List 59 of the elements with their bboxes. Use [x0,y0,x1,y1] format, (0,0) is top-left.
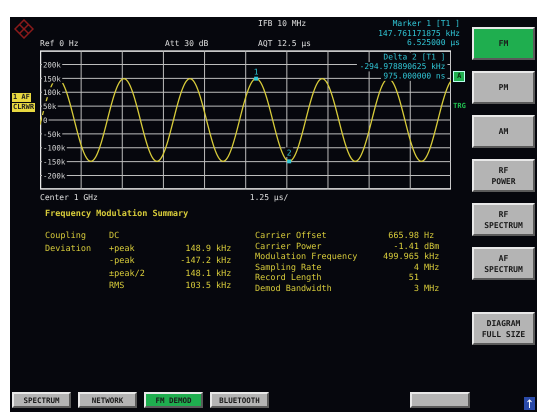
row-value: 148.1 [184,268,211,281]
row-unit: kHz [215,256,232,268]
delta-readout: 975.000000 ns [383,71,446,80]
row-unit: kHz [215,281,232,294]
row-label: Carrier Power [255,242,323,252]
row-unit: MHz [423,262,440,273]
softkey[interactable]: PM [472,71,535,104]
row-value: 51 [408,273,419,284]
row-value: 4 [412,262,419,273]
row-value: 103.5 [184,281,211,294]
row-item: DC [109,231,120,243]
row-value: 499.965 [382,252,419,262]
status-icon [524,397,535,410]
row-label: Deviation [45,244,92,256]
softkey[interactable]: AM [472,115,535,148]
row-value: -1.41 [392,242,419,252]
row-value: 3 [412,284,419,294]
marker-point [254,76,258,81]
row-label: Coupling [45,231,87,243]
row-label: Demod Bandwidth [255,284,333,294]
summary-title: Frequency Modulation Summary [45,209,190,219]
ifb-label: IFB 10 MHz [258,18,308,28]
row-value: 665.98 [387,231,419,242]
softkey[interactable]: AF SPECTRUM [472,247,535,280]
marker-readout: 6.525000 µs [407,38,460,48]
logo-icon [14,19,34,39]
diagram-full-size-softkey[interactable]: DIAGRAM FULL SIZE [472,312,535,345]
row-unit: kHz [215,268,232,281]
row-label: Sampling Rate [255,262,323,273]
aqt-label: AQT 12.5 µs [258,39,312,50]
row-value: 148.9 [184,244,211,256]
time-scale-label: 1.25 µs/ [250,192,288,202]
marker-readout: 147.761171875 kHz [378,28,460,38]
row-label: Record Length [255,273,323,284]
delta-readout: Delta 2 [T1 ] [383,52,446,62]
attenuation-label: Att 30 dB [165,39,210,50]
row-unit: MHz [423,284,440,294]
softkey[interactable]: RF SPECTRUM [472,203,535,236]
marker-readout: Marker 1 [T1 ] [392,19,460,28]
row-unit: kHz [423,252,440,262]
row-label: Carrier Offset [255,231,328,242]
row-item: ±peak/2 [109,268,146,281]
center-frequency-label: Center 1 GHz [40,192,98,202]
softkey[interactable] [410,392,470,408]
marker-label: 2 [286,148,292,158]
row-item: +peak [109,244,136,256]
row-unit: dBm [423,242,440,252]
marker-point [286,159,291,164]
row-unit: Hz [423,231,436,242]
row-item: RMS [109,281,126,294]
row-value: -147.2 [179,256,211,268]
softkey[interactable]: FM [472,27,535,60]
softkey[interactable]: RF POWER [472,159,535,192]
delta-readout: -294.978890625 kHz [359,62,446,71]
row-unit: kHz [215,244,232,256]
row-item: -peak [109,256,136,268]
row-label: Modulation Frequency [255,252,358,262]
ref-level-label: Ref 0 Hz [40,39,80,50]
marker-label: 1 [253,68,258,77]
